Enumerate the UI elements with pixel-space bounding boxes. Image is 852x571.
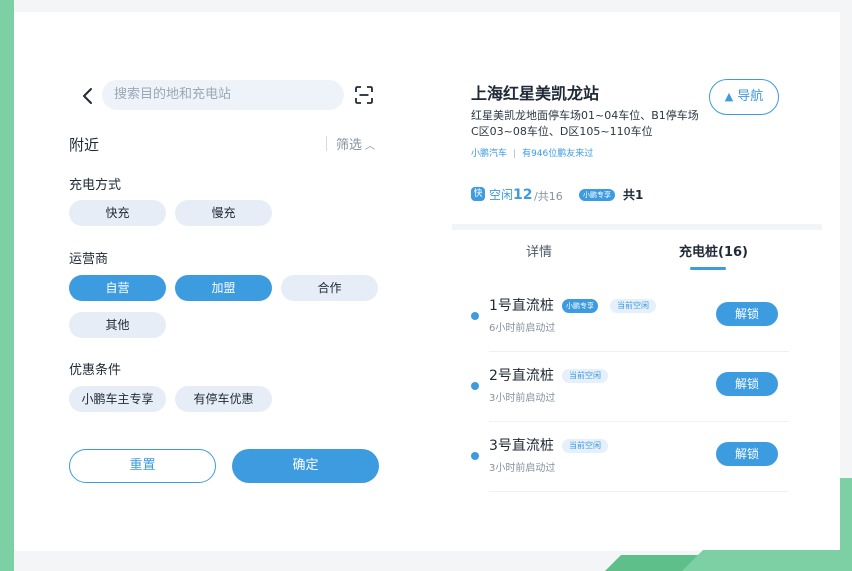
idle-label: 空闲 <box>489 188 514 202</box>
status-dot-icon <box>471 312 479 320</box>
station-meta: 小鹏汽车 | 有946位鹏友来过 <box>471 149 594 159</box>
tab-charging-piles[interactable]: 充电桩(16) <box>679 241 748 260</box>
filter-panel: 搜索目的地和充电站 附近 筛选 ︿ 充电方式 快充 慢充 运营商 自营 加盟 合作… <box>14 12 434 550</box>
pile-name: 1号直流桩 <box>489 298 554 314</box>
status-badge: 当前空闲 <box>610 299 656 313</box>
pile-name: 2号直流桩 <box>489 368 554 384</box>
pile-last-used: 6小时前启动过 <box>489 323 556 334</box>
status-dot-icon <box>471 452 479 460</box>
scan-icon[interactable] <box>355 86 373 104</box>
navigation-arrow-icon: ▲ <box>724 90 734 103</box>
station-name: 上海红星美凯龙站 <box>471 84 600 103</box>
operator-title: 运营商 <box>69 252 109 267</box>
active-tab-indicator <box>690 267 726 270</box>
pile-last-used: 3小时前启动过 <box>489 463 556 474</box>
station-address: 红星美凯龙地面停车场01~04车位、B1停车场C区03~08车位、D区105~1… <box>471 109 699 138</box>
chip-franchise[interactable]: 加盟 <box>175 275 272 301</box>
exclusive-badge: 小鹏专享 <box>579 189 615 201</box>
pile-row: 3号直流桩 当前空闲 3小时前启动过 解锁 <box>452 422 822 492</box>
unlock-button[interactable]: 解锁 <box>716 442 778 466</box>
filter-label: 筛选 <box>336 138 363 153</box>
nearby-label: 附近 <box>69 136 100 154</box>
filter-button[interactable]: 筛选 ︿ <box>336 134 375 153</box>
unlock-button[interactable]: 解锁 <box>716 372 778 396</box>
fast-charge-badge: 快 <box>471 187 485 201</box>
frame-top <box>0 0 852 12</box>
status-badge: 当前空闲 <box>562 369 608 383</box>
chevron-left-icon[interactable] <box>78 86 98 106</box>
chip-fast-charge[interactable]: 快充 <box>69 200 166 226</box>
exclusive-badge: 小鹏专享 <box>562 299 598 313</box>
search-input[interactable]: 搜索目的地和充电站 <box>102 80 344 110</box>
confirm-button[interactable]: 确定 <box>232 449 379 483</box>
tab-details[interactable]: 详情 <box>526 241 552 260</box>
pile-row: 1号直流桩 小鹏专享 当前空闲 6小时前启动过 解锁 <box>452 282 822 352</box>
chip-slow-charge[interactable]: 慢充 <box>175 200 272 226</box>
chip-parking-discount[interactable]: 有停车优惠 <box>175 386 272 412</box>
chip-partner[interactable]: 合作 <box>281 275 378 301</box>
navigate-label: 导航 <box>737 89 764 104</box>
section-divider <box>452 224 822 230</box>
chip-other[interactable]: 其他 <box>69 312 166 338</box>
navigate-button[interactable]: ▲ 导航 <box>709 79 779 115</box>
idle-summary: 空闲12 <box>489 186 533 203</box>
total-count: /共16 <box>534 190 563 203</box>
station-visitors: 有946位鹏友来过 <box>522 149 594 159</box>
unlock-button[interactable]: 解锁 <box>716 302 778 326</box>
status-badge: 当前空闲 <box>562 439 608 453</box>
charge-mode-title: 充电方式 <box>69 178 122 193</box>
station-operator: 小鹏汽车 <box>471 149 508 159</box>
exclusive-count: 共1 <box>623 188 644 202</box>
chevron-up-icon: ︿ <box>365 141 376 152</box>
status-dot-icon <box>471 382 479 390</box>
pile-row: 2号直流桩 当前空闲 3小时前启动过 解锁 <box>452 352 822 422</box>
chip-self-operated[interactable]: 自营 <box>69 275 166 301</box>
chip-owner-exclusive[interactable]: 小鹏车主专享 <box>69 386 166 412</box>
discount-title: 优惠条件 <box>69 363 122 378</box>
filter-divider <box>326 136 327 151</box>
station-detail-panel: 上海红星美凯龙站 ▲ 导航 红星美凯龙地面停车场01~04车位、B1停车场C区03… <box>434 12 840 550</box>
frame-left-stripe <box>0 0 14 571</box>
reset-button[interactable]: 重置 <box>69 449 216 483</box>
pile-name: 3号直流桩 <box>489 438 554 454</box>
idle-count: 12 <box>513 187 533 203</box>
pile-last-used: 3小时前启动过 <box>489 393 556 404</box>
row-divider <box>489 491 789 492</box>
